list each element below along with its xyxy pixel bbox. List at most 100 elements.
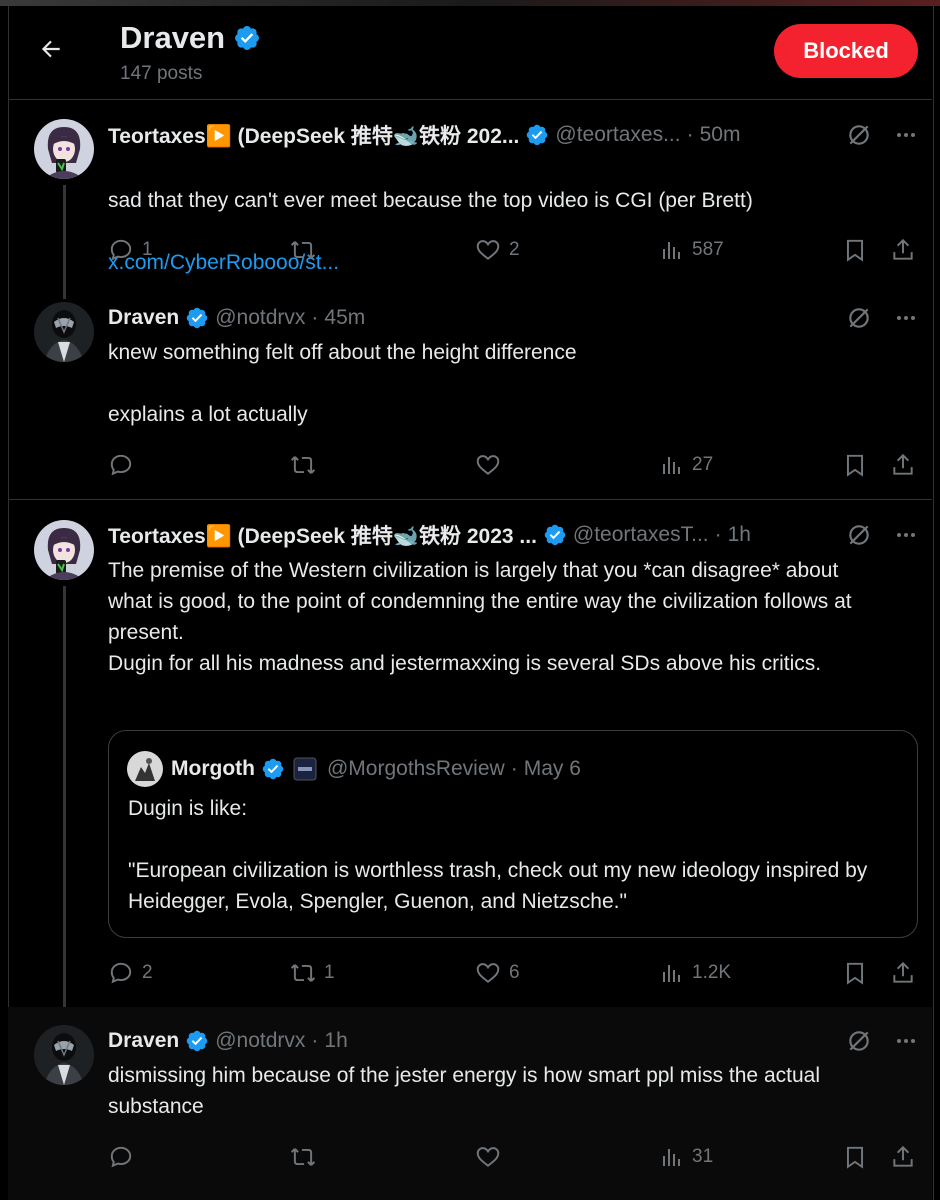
author-handle[interactable]: @notdrvx	[215, 1029, 305, 1053]
author-handle[interactable]: @teortaxes...	[555, 123, 680, 147]
more-options-icon[interactable]	[894, 523, 918, 547]
reply-button[interactable]	[108, 450, 142, 480]
views-chart-icon	[660, 961, 684, 985]
more-options-icon[interactable]	[894, 1029, 918, 1053]
tweet-header-actions	[846, 1026, 918, 1056]
retweet-icon	[290, 1144, 316, 1170]
verified-badge-icon	[519, 123, 549, 147]
avatar-teortaxes[interactable]	[34, 520, 94, 580]
back-arrow-icon[interactable]	[38, 36, 64, 62]
quote-author-name[interactable]: Morgoth	[171, 757, 255, 781]
like-count: 2	[509, 239, 520, 260]
bookmark-button[interactable]	[842, 235, 868, 265]
heart-icon	[475, 237, 501, 263]
tweet-header: Draven @notdrvx · 45m	[108, 303, 918, 333]
retweet-button[interactable]	[290, 235, 324, 265]
like-button[interactable]	[475, 1142, 509, 1172]
tweet-3[interactable]: Teortaxes▶️ (DeepSeek 推特🐋铁粉 2023 ... @te…	[8, 500, 932, 1007]
reply-count: 2	[142, 962, 153, 983]
bookmark-button[interactable]	[842, 1142, 868, 1172]
retweet-button[interactable]	[290, 450, 324, 480]
profile-name-text: Draven	[120, 20, 226, 55]
tweet-actions: 2 1 6 1.2K	[108, 958, 928, 988]
verified-badge-icon	[179, 1029, 209, 1053]
tweet-2[interactable]: Draven @notdrvx · 45m knew something fel…	[8, 299, 932, 499]
tweet-time[interactable]: 1h	[728, 523, 751, 547]
share-button[interactable]	[890, 235, 916, 265]
tweet-text: The premise of the Western civilization …	[108, 559, 852, 675]
author-name[interactable]: Teortaxes▶️ (DeepSeek 推特🐋铁粉 2023 ...	[108, 520, 537, 550]
grok-icon[interactable]	[846, 305, 872, 331]
affiliate-badge-icon	[293, 757, 317, 781]
author-name[interactable]: Draven	[108, 1029, 179, 1053]
like-button[interactable]	[475, 450, 509, 480]
reply-icon	[108, 452, 134, 478]
tweet-header-actions	[846, 303, 918, 333]
tweet-1[interactable]: Teortaxes▶️ (DeepSeek 推特🐋铁粉 202... @teor…	[8, 99, 932, 299]
tweet-header: Teortaxes▶️ (DeepSeek 推特🐋铁粉 202... @teor…	[108, 120, 918, 150]
grok-icon[interactable]	[846, 122, 872, 148]
quote-date[interactable]: May 6	[524, 757, 581, 781]
thread-connector	[63, 586, 66, 1007]
avatar-draven[interactable]	[34, 1025, 94, 1085]
more-options-icon[interactable]	[894, 123, 918, 147]
like-button[interactable]: 2	[475, 235, 520, 265]
verified-badge-icon	[255, 757, 285, 781]
dot-separator: ·	[686, 123, 694, 146]
tweet-text: knew something felt off about the height…	[108, 341, 577, 426]
views-button[interactable]: 587	[660, 235, 724, 265]
dot-separator: ·	[510, 757, 518, 780]
avatar-morgoth[interactable]	[127, 751, 163, 787]
more-options-icon[interactable]	[894, 306, 918, 330]
tweet-header-actions	[846, 120, 918, 150]
views-count: 31	[692, 1146, 714, 1167]
tweet-actions: 1 2 587	[108, 235, 928, 265]
quoted-tweet[interactable]: Morgoth @MorgothsReview · May 6 Dugin is…	[108, 730, 918, 938]
tweet-body: sad that they can't ever meet because th…	[108, 189, 753, 212]
tweet-time[interactable]: 50m	[700, 123, 741, 147]
tweet-header: Draven @notdrvx · 1h	[108, 1026, 918, 1056]
quote-author-handle[interactable]: @MorgothsReview	[327, 757, 505, 781]
author-name[interactable]: Draven	[108, 306, 179, 330]
tweet-time[interactable]: 45m	[324, 306, 365, 330]
views-button[interactable]: 1.2K	[660, 958, 731, 988]
avatar-draven[interactable]	[34, 302, 94, 362]
bookmark-button[interactable]	[842, 958, 868, 988]
avatar-teortaxes[interactable]	[34, 119, 94, 179]
dot-separator: ·	[714, 523, 722, 546]
share-button[interactable]	[890, 450, 916, 480]
retweet-button[interactable]: 1	[290, 958, 335, 988]
author-handle[interactable]: @teortaxesT...	[573, 523, 709, 547]
tweet-time[interactable]: 1h	[324, 1029, 347, 1053]
reply-icon	[108, 1144, 134, 1170]
reply-button[interactable]	[108, 1142, 142, 1172]
dot-separator: ·	[311, 306, 319, 329]
views-button[interactable]: 27	[660, 450, 713, 480]
views-chart-icon	[660, 453, 684, 477]
bookmark-icon	[842, 1144, 868, 1170]
author-name[interactable]: Teortaxes▶️ (DeepSeek 推特🐋铁粉 202...	[108, 120, 519, 150]
grok-icon[interactable]	[846, 522, 872, 548]
share-button[interactable]	[890, 1142, 916, 1172]
share-button[interactable]	[890, 958, 916, 988]
views-count: 587	[692, 239, 724, 260]
tweet-header-actions	[846, 520, 918, 550]
verified-badge-icon	[233, 24, 261, 52]
quote-header: Morgoth @MorgothsReview · May 6	[127, 751, 581, 787]
verified-badge-icon	[179, 306, 209, 330]
bookmark-button[interactable]	[842, 450, 868, 480]
like-button[interactable]: 6	[475, 958, 520, 988]
retweet-count: 1	[324, 962, 335, 983]
bookmark-icon	[842, 237, 868, 263]
bookmark-icon	[842, 960, 868, 986]
grok-icon[interactable]	[846, 1028, 872, 1054]
tweet-4[interactable]: Draven @notdrvx · 1h dismissing him beca…	[8, 1007, 932, 1200]
post-count: 147 posts	[120, 63, 203, 84]
views-button[interactable]: 31	[660, 1142, 713, 1172]
dot-separator: ·	[311, 1029, 319, 1052]
retweet-button[interactable]	[290, 1142, 324, 1172]
reply-button[interactable]: 1	[108, 235, 153, 265]
blocked-button[interactable]: Blocked	[774, 24, 918, 78]
author-handle[interactable]: @notdrvx	[215, 306, 305, 330]
reply-button[interactable]: 2	[108, 958, 153, 988]
